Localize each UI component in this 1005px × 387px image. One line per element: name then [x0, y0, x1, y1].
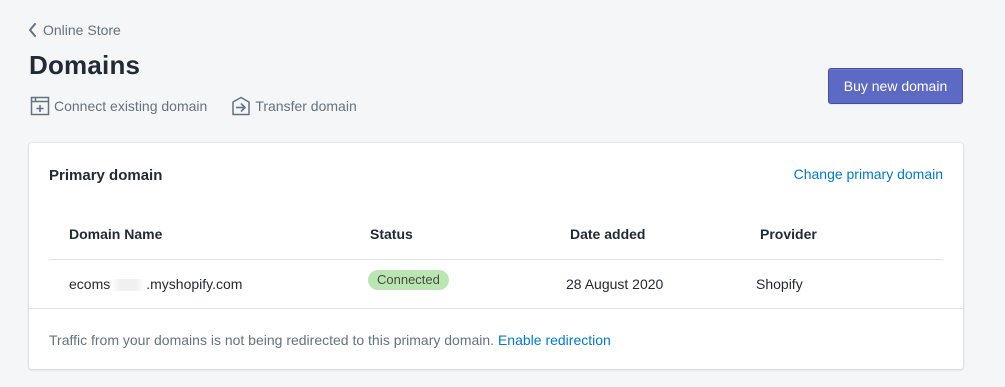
buy-new-domain-button[interactable]: Buy new domain [828, 68, 963, 104]
domain-name-cell[interactable]: ecoms .myshopify.com [69, 276, 242, 292]
redacted-text [111, 279, 146, 292]
chevron-left-icon [29, 23, 36, 37]
table-header: Domain Name Status Date added Provider [49, 207, 943, 260]
domain-name-prefix: ecoms [69, 276, 111, 292]
domain-name-suffix: .myshopify.com [146, 276, 243, 292]
enable-redirection-link[interactable]: Enable redirection [498, 332, 611, 348]
transfer-domain-label: Transfer domain [255, 98, 357, 114]
column-header-provider[interactable]: Provider [760, 226, 817, 242]
primary-domain-card: Primary domain Change primary domain Dom… [29, 143, 963, 369]
transfer-domain-icon [232, 96, 251, 116]
card-title: Primary domain [49, 167, 163, 184]
redirection-notice-text: Traffic from your domains is not being r… [49, 332, 495, 348]
secondary-actions: Connect existing domain Transfer domain [30, 96, 357, 116]
date-added-cell: 28 August 2020 [566, 276, 664, 292]
column-header-status[interactable]: Status [370, 226, 413, 242]
connect-domain-icon [30, 96, 50, 116]
column-header-date-added[interactable]: Date added [570, 226, 645, 242]
change-primary-domain-link[interactable]: Change primary domain [794, 166, 943, 182]
redirection-notice: Traffic from your domains is not being r… [49, 332, 611, 348]
breadcrumb[interactable]: Online Store [28, 22, 121, 38]
provider-cell: Shopify [756, 276, 803, 292]
table-row[interactable]: ecoms .myshopify.com Connected 28 August … [49, 260, 943, 308]
card-footer: Traffic from your domains is not being r… [29, 308, 963, 369]
connect-existing-domain-button[interactable]: Connect existing domain [30, 96, 207, 116]
page-title: Domains [29, 50, 141, 80]
breadcrumb-label: Online Store [43, 22, 121, 38]
domains-table: Domain Name Status Date added Provider e… [49, 207, 943, 308]
status-badge: Connected [368, 270, 449, 290]
connect-existing-domain-label: Connect existing domain [54, 98, 208, 114]
column-header-domain-name[interactable]: Domain Name [69, 226, 162, 242]
transfer-domain-button[interactable]: Transfer domain [231, 96, 357, 116]
